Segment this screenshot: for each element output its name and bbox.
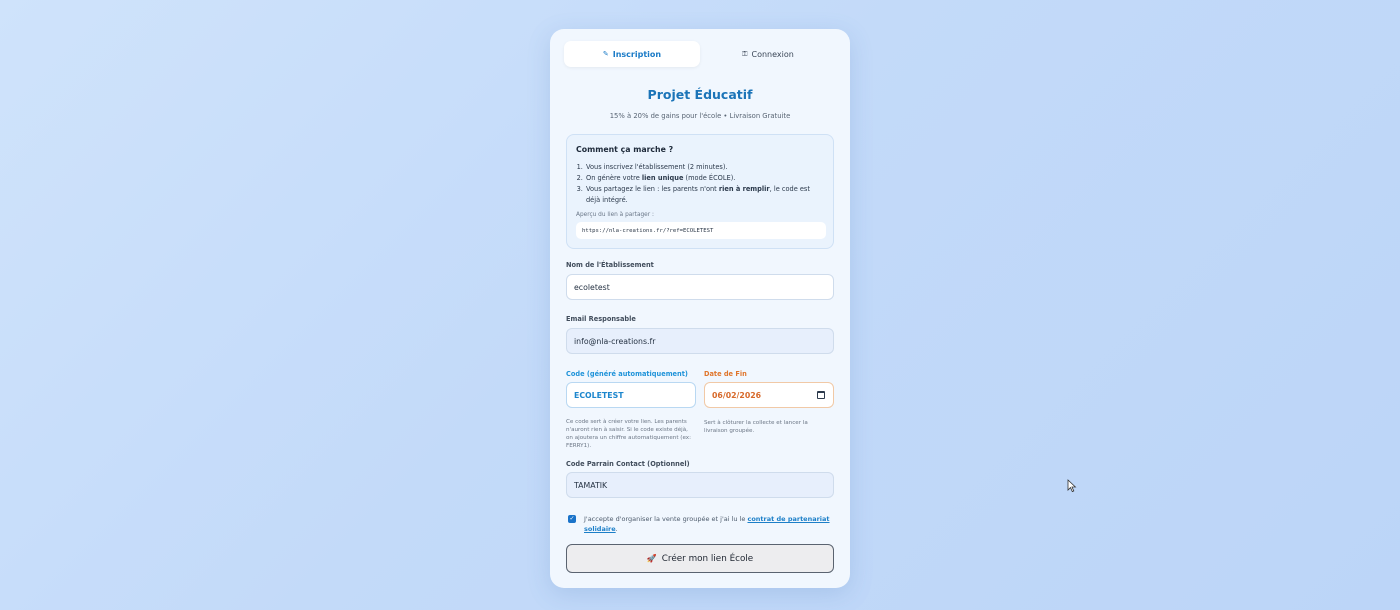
create-link-button[interactable]: 🚀 Créer mon lien École (566, 544, 834, 573)
code-label: Code (généré automatiquement) (566, 370, 688, 378)
end-date-label: Date de Fin (704, 370, 747, 378)
school-name-label: Nom de l'Établissement (566, 261, 654, 269)
step-item: Vous inscrivez l'établissement (2 minute… (585, 162, 824, 173)
mouse-cursor-icon (1067, 479, 1077, 493)
steps-list: Vous inscrivez l'établissement (2 minute… (576, 162, 824, 206)
step-item: On génère votre lien unique (mode ÉCOLE)… (585, 173, 824, 184)
tab-label: Connexion (751, 49, 794, 59)
step-item: Vous partagez le lien : les parents n'on… (585, 184, 824, 206)
email-label: Email Responsable (566, 315, 636, 323)
end-date-value: 06/02/2026 (712, 390, 762, 400)
school-name-input[interactable]: ecoletest (566, 274, 834, 300)
tab-inscription[interactable]: ✎ Inscription (564, 41, 700, 67)
how-it-works-heading: Comment ça marche ? (576, 145, 674, 154)
link-preview[interactable]: https://nla-creations.fr/?ref=ECOLETEST (576, 222, 826, 239)
tab-label: Inscription (612, 49, 662, 59)
create-link-label: Créer mon lien École (661, 553, 754, 564)
how-it-works-box: Comment ça marche ? Vous inscrivez l'éta… (566, 134, 834, 249)
pencil-icon: ✎ (602, 50, 609, 58)
page-subtitle: 15% à 20% de gains pour l'école • Livrai… (609, 112, 791, 120)
email-field[interactable]: info@nla-creations.fr (566, 328, 834, 354)
link-preview-label: Aperçu du lien à partager : (576, 212, 654, 218)
rocket-icon: 🚀 (646, 554, 657, 563)
auth-tabs: ✎ Inscription ⚿ Connexion (564, 41, 836, 67)
calendar-icon[interactable] (817, 391, 825, 399)
tab-connexion[interactable]: ⚿ Connexion (700, 41, 836, 67)
sponsor-code-input[interactable]: TAMATIK (566, 472, 834, 498)
sponsor-code-label: Code Parrain Contact (Optionnel) (566, 460, 690, 468)
end-date-input[interactable]: 06/02/2026 (704, 382, 834, 408)
signup-card: ✎ Inscription ⚿ Connexion Projet Éducati… (550, 29, 850, 588)
consent-checkbox[interactable]: ✓ (568, 515, 576, 523)
lock-icon: ⚿ (742, 49, 748, 58)
code-help: Ce code sert à créer votre lien. Les par… (566, 419, 692, 449)
consent-text: J'accepte d'organiser la vente groupée e… (584, 515, 830, 533)
page-title: Projet Éducatif (647, 87, 753, 102)
end-date-help: Sert à clôturer la collecte et lancer la… (704, 420, 808, 434)
code-input[interactable]: ECOLETEST (566, 382, 696, 408)
